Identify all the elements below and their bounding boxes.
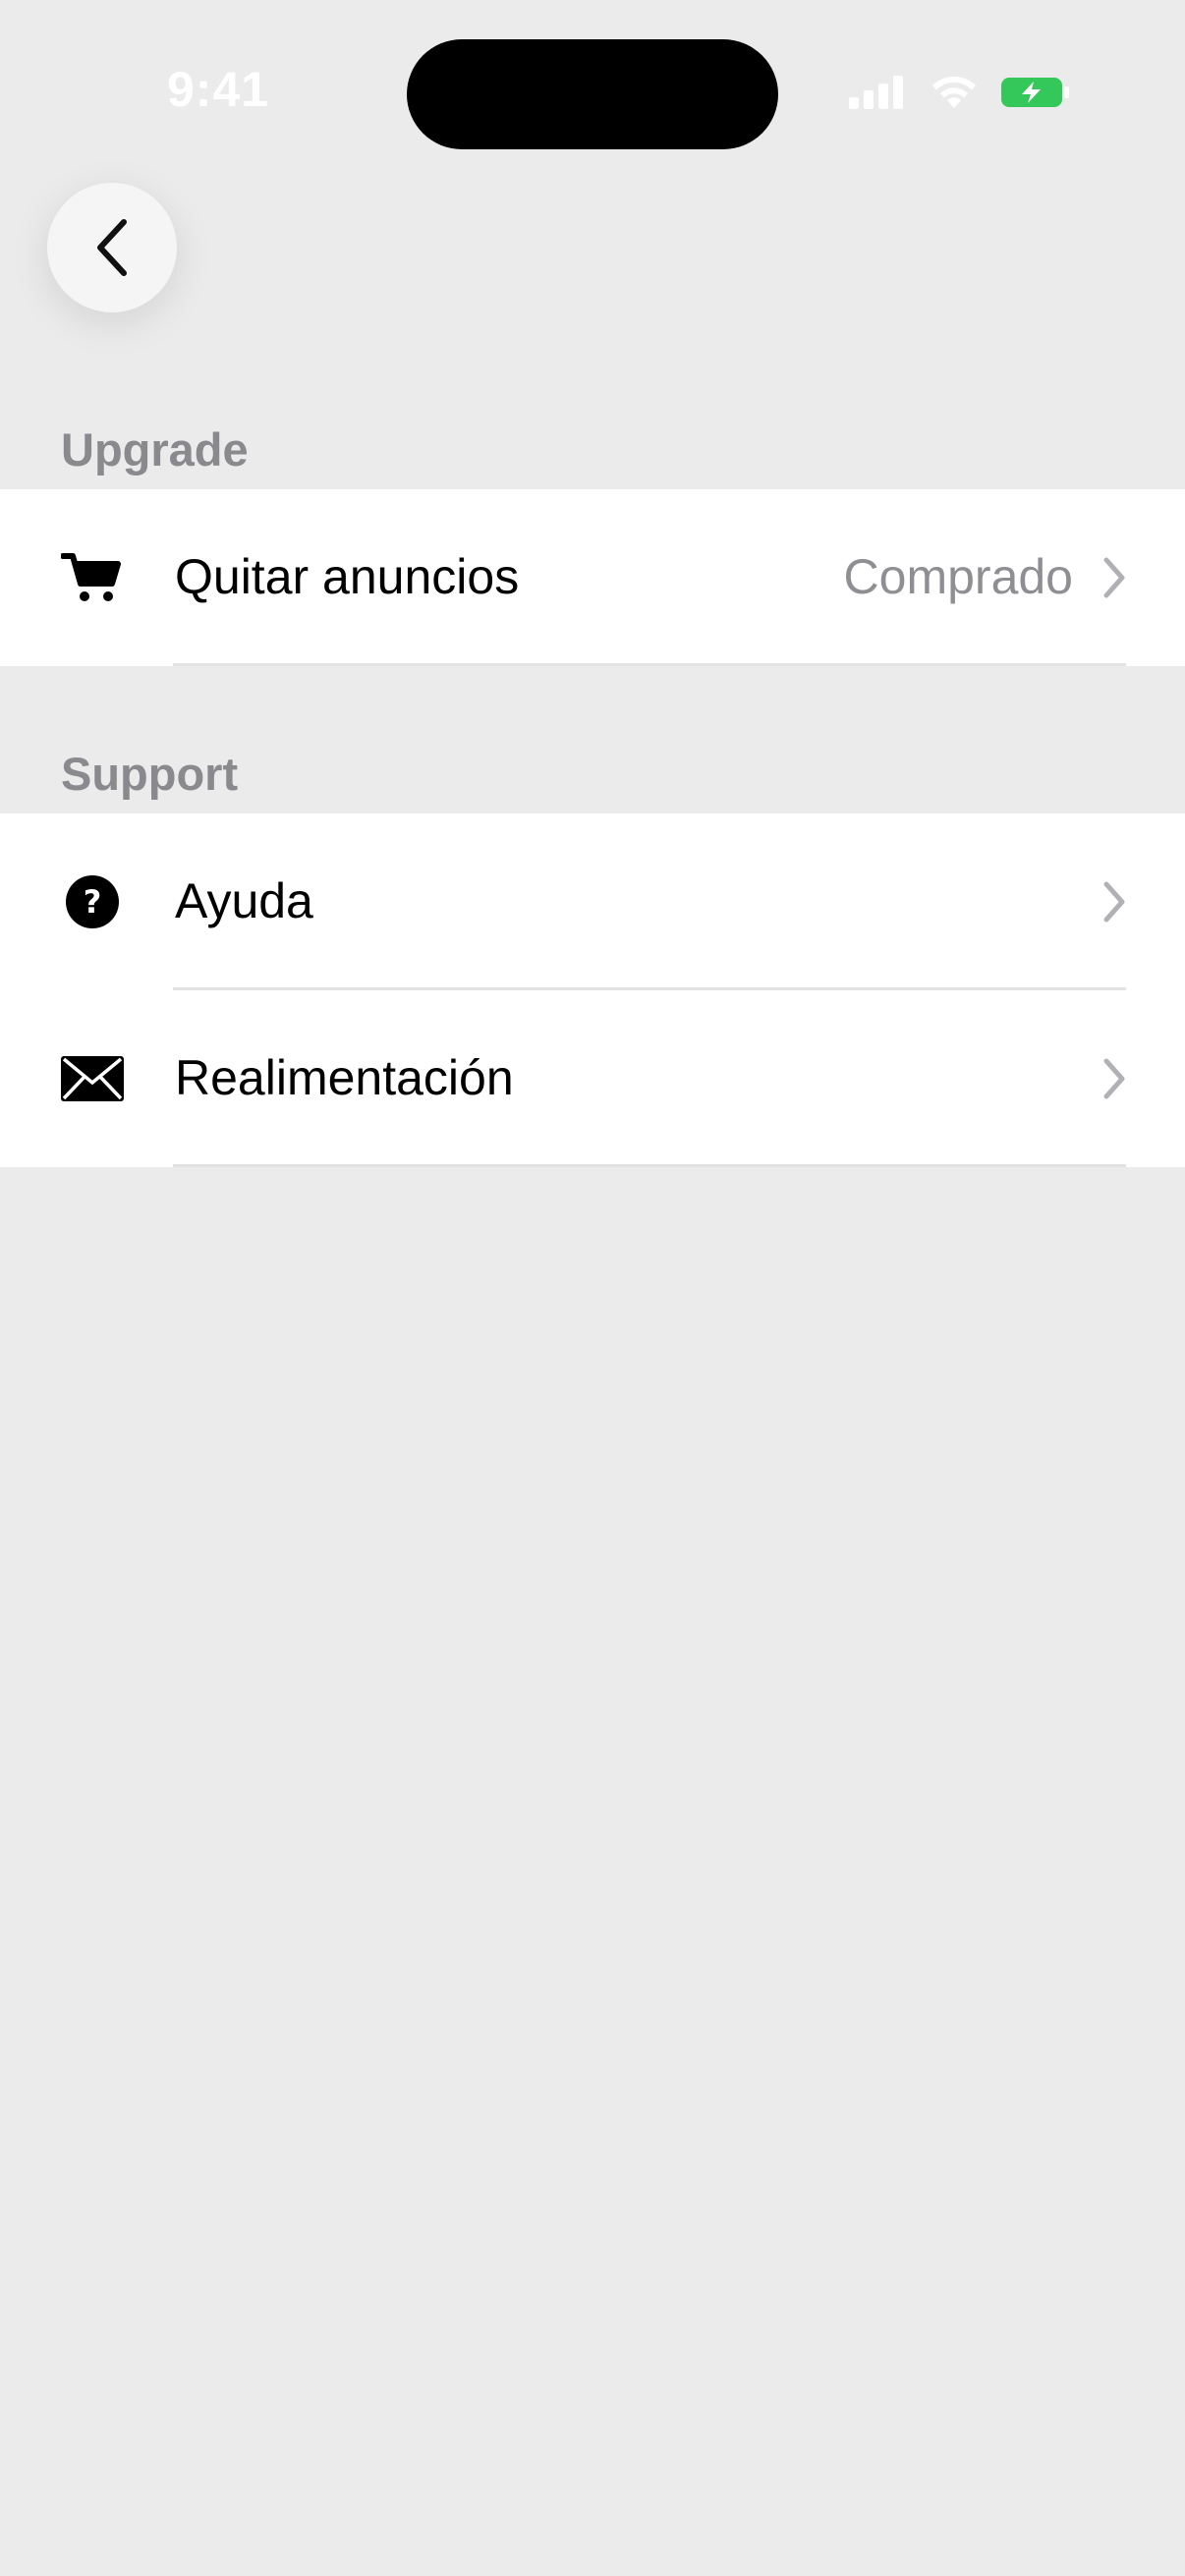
row-label-quitar-anuncios: Quitar anuncios [175,549,520,604]
help-icon: ? [61,870,124,933]
row-quitar-anuncios[interactable]: Quitar anuncios Comprado [0,489,1185,666]
status-time: 9:41 [167,62,270,117]
status-icons [849,75,1071,110]
back-button[interactable] [47,183,177,312]
row-ayuda[interactable]: ? Ayuda [0,813,1185,990]
cellular-signal-icon [849,76,903,109]
row-separator [173,1164,1126,1167]
status-bar: 9:41 [0,0,1185,149]
cart-icon [61,546,124,609]
envelope-icon [61,1047,124,1110]
chevron-right-icon [1103,557,1125,598]
chevron-right-icon [1103,881,1125,923]
purchase-status-value: Comprado [843,549,1073,604]
upgrade-group: Quitar anuncios Comprado [0,489,1185,666]
wifi-icon [932,76,976,108]
svg-text:?: ? [84,883,102,921]
chevron-right-icon [1103,1058,1125,1099]
battery-charging-icon [1001,78,1069,107]
section-header-support: Support [61,748,239,800]
section-header-upgrade: Upgrade [61,423,249,476]
dynamic-island [407,39,778,149]
row-separator [173,663,1126,666]
row-label-realimentacion: Realimentación [175,1050,514,1105]
row-realimentacion[interactable]: Realimentación [0,990,1185,1167]
support-group: ? Ayuda Realimentación [0,813,1185,1167]
row-label-ayuda: Ayuda [175,873,313,928]
chevron-left-icon [97,219,127,276]
